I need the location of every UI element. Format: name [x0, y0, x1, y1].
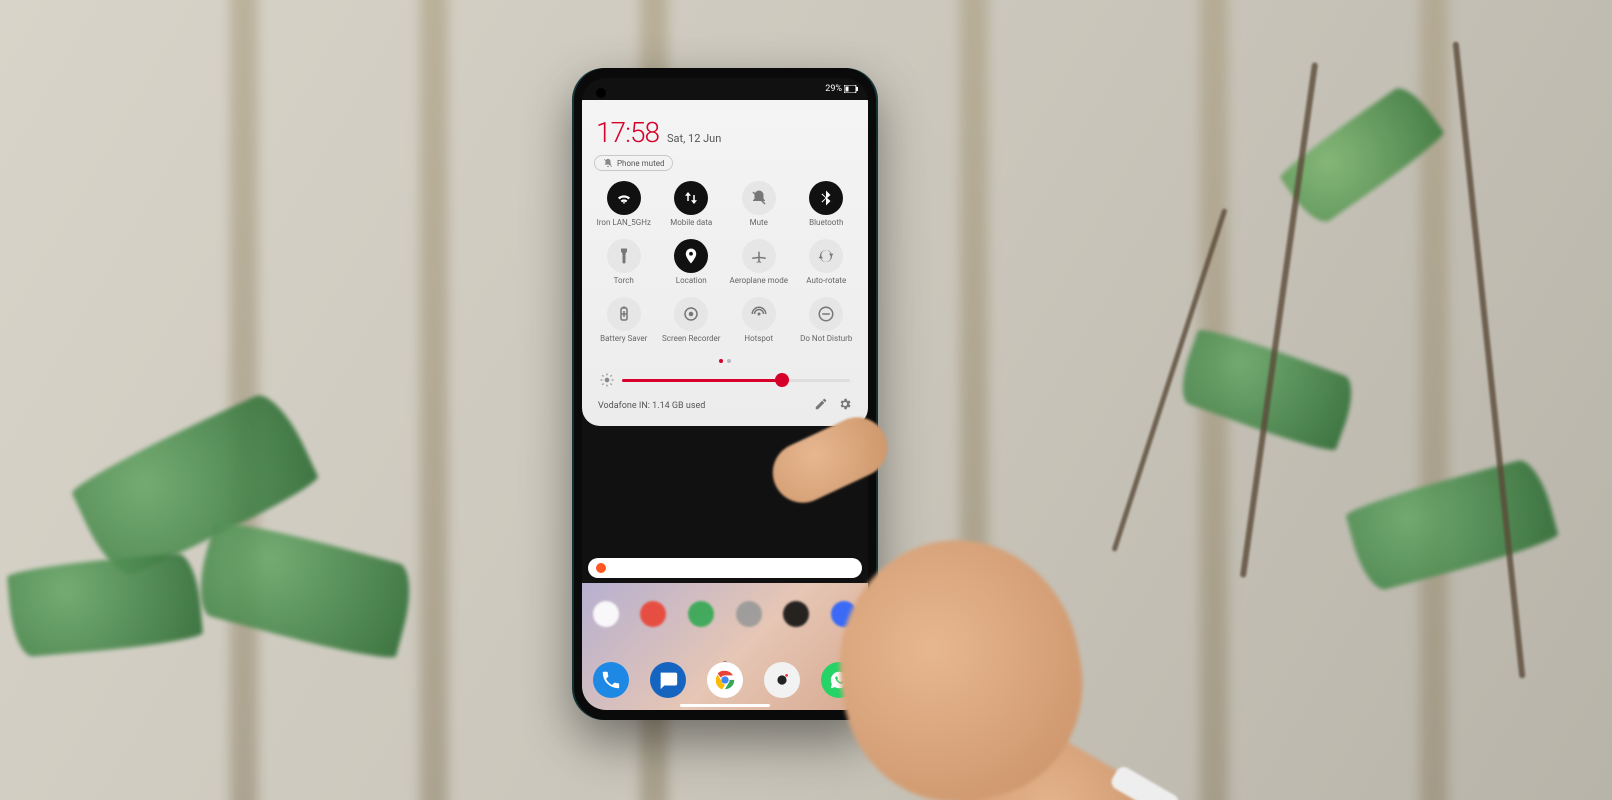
dock-messages[interactable]	[650, 662, 686, 698]
dock-phone[interactable]	[593, 662, 629, 698]
brightness-row	[592, 369, 858, 397]
watch	[1109, 764, 1182, 800]
qs-tile-label: Aeroplane mode	[730, 277, 788, 293]
photo-scene: 29% 17:58 Sat, 12 Jun Phone muted Iron L…	[0, 0, 1612, 800]
qs-tile-autorotate[interactable]: Auto-rotate	[795, 239, 859, 293]
dnd-icon	[809, 297, 843, 331]
qs-tile-label: Mute	[750, 219, 768, 235]
screenrec-icon	[674, 297, 708, 331]
notification-app-icon	[596, 563, 606, 573]
phone-frame: 29% 17:58 Sat, 12 Jun Phone muted Iron L…	[574, 68, 876, 720]
phone-icon	[600, 669, 622, 691]
battery-indicator: 29%	[825, 84, 858, 94]
qs-tile-label: Hotspot	[744, 335, 773, 351]
torch-icon	[607, 239, 641, 273]
battsaver-icon	[607, 297, 641, 331]
whatsapp-icon	[828, 669, 850, 691]
battery-text: 29%	[825, 84, 842, 94]
qs-tile-label: Iron LAN_5GHz	[597, 219, 651, 235]
qs-tile-location[interactable]: Location	[660, 239, 724, 293]
qs-tile-bluetooth[interactable]: Bluetooth	[795, 181, 859, 235]
chrome-icon	[714, 669, 736, 691]
battery-icon	[844, 85, 858, 93]
location-icon	[674, 239, 708, 273]
qs-tile-label: Screen Recorder	[662, 335, 720, 351]
qs-tile-label: Torch	[614, 277, 634, 293]
phone-screen: 29% 17:58 Sat, 12 Jun Phone muted Iron L…	[582, 78, 868, 710]
settings-button[interactable]	[838, 397, 852, 414]
camera-icon	[771, 669, 793, 691]
qs-tile-label: Auto-rotate	[806, 277, 846, 293]
clock-text: 17:58	[596, 116, 659, 149]
qs-tile-battsaver[interactable]: Battery Saver	[592, 297, 656, 351]
dock-chrome[interactable]	[707, 662, 743, 698]
qs-tile-wifi[interactable]: Iron LAN_5GHz	[592, 181, 656, 235]
edit-tiles-button[interactable]	[814, 397, 828, 414]
qs-tile-mute[interactable]: Mute	[727, 181, 791, 235]
brightness-slider[interactable]	[622, 379, 850, 382]
brightness-icon	[600, 373, 614, 387]
bell-off-icon	[603, 158, 613, 168]
qs-tile-label: Battery Saver	[600, 335, 647, 351]
qs-tile-label: Do Not Disturb	[800, 335, 852, 351]
messages-icon	[657, 669, 679, 691]
mute-icon	[742, 181, 776, 215]
carrier-usage-text: Vodafone IN: 1.14 GB used	[598, 401, 705, 411]
phone-muted-chip[interactable]: Phone muted	[594, 155, 673, 171]
qs-tile-airplane[interactable]: Aeroplane mode	[727, 239, 791, 293]
qs-tile-dnd[interactable]: Do Not Disturb	[795, 297, 859, 351]
date-text: Sat, 12 Jun	[667, 132, 721, 145]
hotspot-icon	[742, 297, 776, 331]
qs-tile-label: Location	[676, 277, 707, 293]
mobile-data-icon	[674, 181, 708, 215]
qs-tile-screenrec[interactable]: Screen Recorder	[660, 297, 724, 351]
wifi-icon	[607, 181, 641, 215]
dock-camera[interactable]	[764, 662, 800, 698]
notification-card[interactable]	[588, 558, 862, 578]
gear-icon	[838, 397, 852, 411]
home-screen: ︿	[582, 583, 868, 710]
qs-tile-mobile-data[interactable]: Mobile data	[660, 181, 724, 235]
autorotate-icon	[809, 239, 843, 273]
gesture-nav-bar[interactable]	[680, 704, 770, 707]
quick-settings-panel: 17:58 Sat, 12 Jun Phone muted Iron LAN_5…	[582, 100, 868, 426]
pencil-icon	[814, 397, 828, 411]
chip-label: Phone muted	[617, 159, 664, 168]
airplane-icon	[742, 239, 776, 273]
page-indicator	[592, 359, 858, 363]
dock-whatsapp[interactable]	[821, 662, 857, 698]
app-row	[582, 601, 868, 627]
status-bar: 29%	[582, 78, 868, 100]
bluetooth-icon	[809, 181, 843, 215]
quick-settings-grid: Iron LAN_5GHz Mobile data Mute Bluetooth Tor…	[592, 181, 858, 351]
qs-tile-hotspot[interactable]: Hotspot	[727, 297, 791, 351]
qs-tile-label: Mobile data	[670, 219, 712, 235]
qs-tile-label: Bluetooth	[809, 219, 843, 235]
dock	[582, 662, 868, 698]
qs-tile-torch[interactable]: Torch	[592, 239, 656, 293]
